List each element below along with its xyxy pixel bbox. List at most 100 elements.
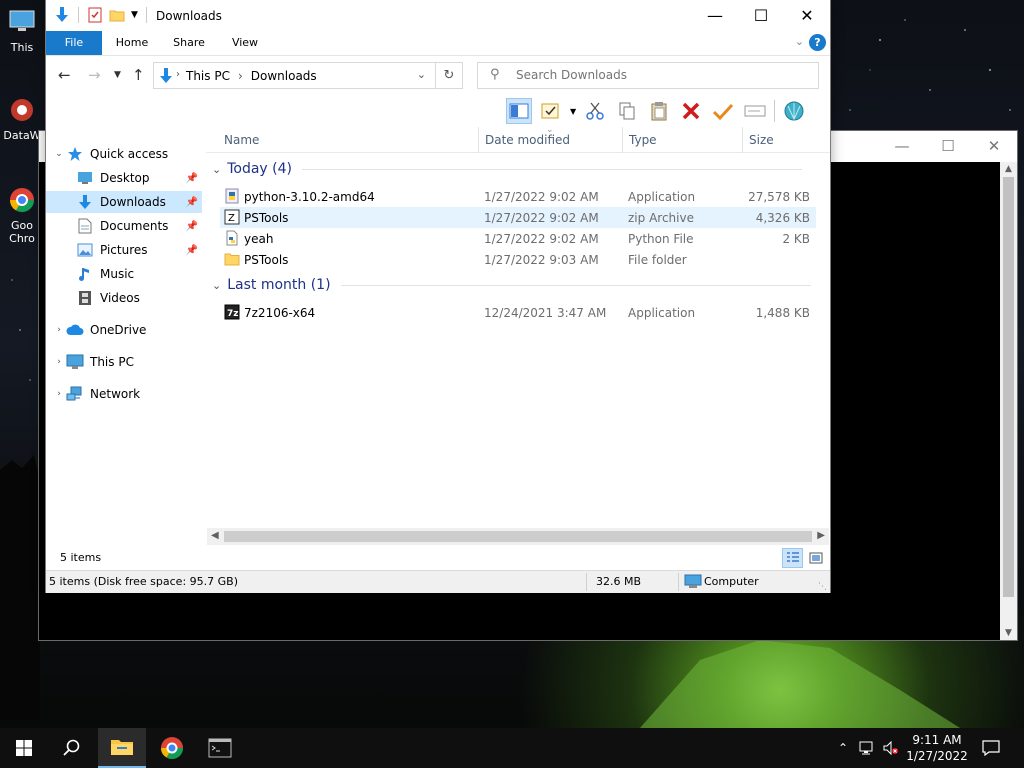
pin-icon[interactable]: 📌 [186,221,198,232]
rename-button[interactable] [742,98,768,124]
nav-item-desktop[interactable]: Desktop 📌 [46,167,202,189]
expand-chevron-icon[interactable]: › [52,357,66,367]
scroll-up-icon[interactable]: ▲ [1000,164,1017,174]
apply-button[interactable] [710,98,736,124]
search-input[interactable] [516,68,806,82]
column-header-name[interactable]: Name [224,133,259,147]
nav-item-music[interactable]: Music [46,263,202,285]
scrollbar-thumb[interactable] [1003,177,1014,597]
file-row[interactable]: Z PSTools 1/27/2022 9:02 AM zip Archive … [220,207,816,228]
minimize-icon[interactable]: — [879,137,925,155]
breadcrumb-downloads[interactable]: Downloads [251,69,317,83]
breadcrumb-this-pc[interactable]: This PC [186,69,230,83]
seashell-icon [784,101,804,121]
column-divider[interactable] [742,127,743,153]
search-button[interactable] [48,728,96,768]
delete-button[interactable] [678,98,704,124]
file-explorer-window[interactable]: ▼ Downloads — ☐ ✕ File Home Share View ⌄… [45,0,831,593]
network-icon[interactable] [858,740,876,756]
nav-item-documents[interactable]: Documents 📌 [46,215,202,237]
resize-grip-icon[interactable]: ⋱ [818,582,827,592]
forward-arrow-icon[interactable]: → [88,66,101,84]
file-row[interactable]: PSTools 1/27/2022 9:03 AM File folder [220,249,816,270]
file-row[interactable]: python-3.10.2-amd64 1/27/2022 9:02 AM Ap… [220,186,816,207]
expand-ribbon-icon[interactable]: ⌄ [795,35,804,48]
expand-chevron-icon[interactable]: › [52,325,66,335]
column-divider[interactable] [478,127,479,153]
nav-quick-access[interactable]: ⌄ Quick access [46,143,202,165]
tab-file[interactable]: File [46,31,102,55]
horizontal-scrollbar[interactable]: ◀ ▶ [207,528,829,545]
group-header-last-month[interactable]: ⌄ Last month (1) [212,277,811,293]
pin-icon[interactable]: 📌 [186,173,198,184]
desktop-icon-this-pc[interactable]: This [0,8,44,54]
new-folder-icon[interactable] [109,7,125,23]
sort-chevron-icon: ⌄ [546,125,554,135]
nav-item-downloads[interactable]: Downloads 📌 [46,191,202,213]
address-dropdown-chevron-icon[interactable]: ⌄ [417,68,426,81]
tab-view[interactable]: View [222,31,268,55]
tab-share[interactable]: Share [164,31,214,55]
nav-network[interactable]: › Network [46,383,202,405]
group-header-today[interactable]: ⌄ Today (4) [212,161,802,177]
nav-this-pc[interactable]: › This PC [46,351,202,373]
chevron-down-icon[interactable]: ▼ [570,107,576,116]
open-shell-button[interactable] [781,98,807,124]
explorer-titlebar[interactable]: ▼ Downloads — ☐ ✕ [46,0,830,31]
scroll-down-icon[interactable]: ▼ [1000,628,1017,638]
taskbar-terminal[interactable] [196,728,244,768]
help-icon[interactable]: ? [809,34,826,51]
properties-icon[interactable] [87,7,103,23]
tab-home[interactable]: Home [108,31,156,55]
properties-button[interactable] [538,98,564,124]
taskbar-file-explorer[interactable] [98,728,146,768]
nav-onedrive[interactable]: › OneDrive [46,319,202,341]
close-button[interactable]: ✕ [784,0,830,31]
address-bar[interactable]: › This PC › Downloads ⌄ [153,62,463,89]
collapse-chevron-icon[interactable]: ⌄ [212,279,221,292]
copy-button[interactable] [614,98,640,124]
large-icons-view-button[interactable] [805,548,826,568]
scroll-right-icon[interactable]: ▶ [817,530,825,541]
action-center-button[interactable] [968,728,1014,768]
background-window-scrollbar[interactable]: ▲ ▼ [1000,162,1017,640]
preview-pane-button[interactable] [506,98,532,124]
details-view-button[interactable] [782,548,803,568]
file-list[interactable]: Name Date modified ⌄ Type Size ⌄ Today (… [206,125,830,545]
nav-item-pictures[interactable]: Pictures 📌 [46,239,202,261]
scrollbar-thumb[interactable] [224,531,812,542]
file-type: zip Archive [628,211,694,225]
recent-locations-chevron-icon[interactable]: ▼ [114,70,121,80]
maximize-icon[interactable]: ☐ [925,137,971,155]
speaker-muted-icon[interactable] [882,740,900,756]
close-icon[interactable]: ✕ [971,137,1017,155]
file-row[interactable]: 7z 7z2106-x64 12/24/2021 3:47 AM Applica… [220,302,816,323]
file-row[interactable]: yeah 1/27/2022 9:02 AM Python File 2 KB [220,228,816,249]
expand-chevron-icon[interactable]: › [52,389,66,399]
pin-icon[interactable]: 📌 [186,197,198,208]
cut-button[interactable] [582,98,608,124]
scroll-left-icon[interactable]: ◀ [211,530,219,541]
column-header-type[interactable]: Type [629,133,657,147]
clock[interactable]: 9:11 AM 1/27/2022 [902,732,972,764]
maximize-button[interactable]: ☐ [738,0,784,31]
column-header-date[interactable]: Date modified [485,133,570,147]
column-header-size[interactable]: Size [749,133,774,147]
search-box[interactable]: ⚲ [477,62,819,89]
start-button[interactable] [0,728,48,768]
taskbar-chrome[interactable] [148,728,196,768]
show-hidden-icons-chevron-icon[interactable]: ⌃ [838,741,848,755]
chevron-down-icon[interactable]: ▼ [131,10,138,20]
paste-button[interactable] [646,98,672,124]
collapse-chevron-icon[interactable]: ⌄ [52,149,66,159]
chrome-icon [161,737,183,759]
nav-item-videos[interactable]: Videos [46,287,202,309]
minimize-button[interactable]: — [692,0,738,31]
column-divider[interactable] [622,127,623,153]
orange-check-icon [713,103,734,121]
collapse-chevron-icon[interactable]: ⌄ [212,163,221,176]
pin-icon[interactable]: 📌 [186,245,198,256]
up-arrow-icon[interactable]: ↑ [132,66,145,84]
refresh-button[interactable]: ↻ [435,62,463,89]
back-arrow-icon[interactable]: ← [58,66,71,84]
